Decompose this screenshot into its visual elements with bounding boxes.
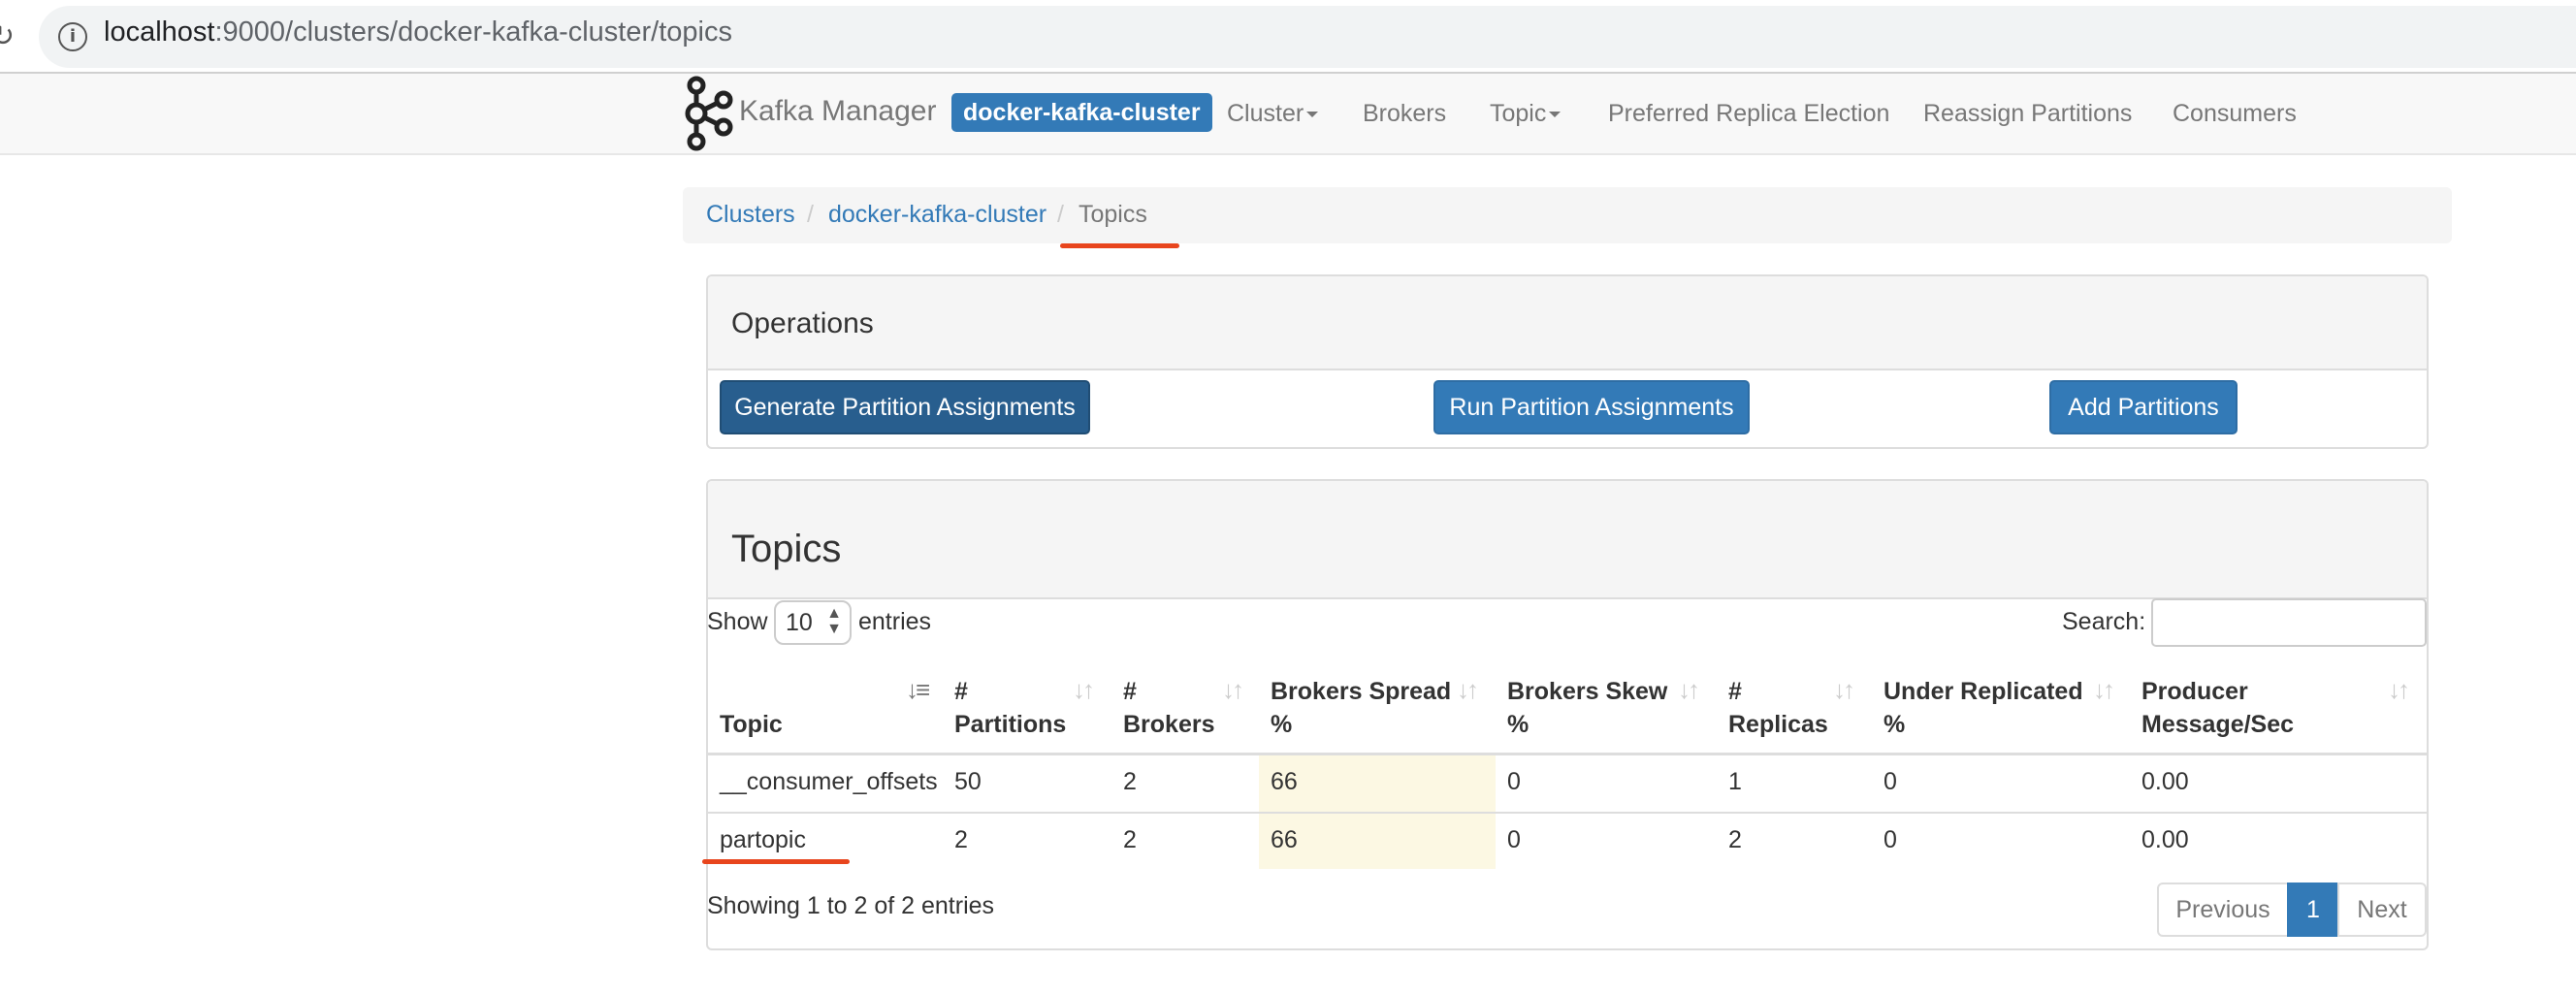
table-row-divider [708,812,2427,814]
cluster-label[interactable]: docker-kafka-cluster [951,93,1212,132]
page-length-select[interactable]: 10 ▲ ▼ [774,600,852,645]
pagination-page-1[interactable]: 1 [2287,883,2339,937]
table-info: Showing 1 to 2 of 2 entries [707,892,995,919]
breadcrumb-topics: Topics [1079,201,1147,228]
column-header-replicas[interactable]: # Replicas [1728,675,1828,741]
nav-brokers[interactable]: Brokers [1363,100,1446,128]
table-cell: 2 [1728,826,1742,853]
brand-link[interactable]: Kafka Manager [739,95,936,128]
topics-panel-heading: Topics [708,481,2427,599]
table-cell: 2 [1123,768,1137,795]
reload-icon[interactable]: ↻ [0,21,17,52]
url-text[interactable]: localhost:9000/clusters/docker-kafka-clu… [104,16,732,48]
sort-icon[interactable]: ↓↑ [1833,675,1855,705]
caret-down-icon [1549,112,1562,118]
table-cell: 2 [954,826,968,853]
table-cell: 1 [1728,768,1742,795]
column-header-brokers[interactable]: # Brokers [1123,675,1215,741]
entries-label: entries [858,608,932,635]
search-input[interactable] [2151,598,2427,647]
table-cell: 66 [1271,826,1298,853]
column-header-partitions[interactable]: # Partitions [954,675,1066,741]
column-header-producer-message-sec[interactable]: Producer Message/Sec [2141,675,2294,741]
topic-link[interactable]: partopic [720,826,806,854]
column-header-under-replicated[interactable]: Under Replicated% [1884,675,2083,741]
nav-reassign-partitions[interactable]: Reassign Partitions [1923,100,2132,128]
table-cell: 50 [954,768,982,795]
pagination-next[interactable]: Next [2337,883,2427,937]
sort-icon[interactable]: ↓↑ [1457,675,1479,705]
topic-link[interactable]: __consumer_offsets [720,768,938,796]
nav-topic-dropdown[interactable]: Topic [1490,100,1562,128]
table-cell: 0 [1507,768,1521,795]
show-label: Show [707,608,768,635]
breadcrumb-separator: / [807,201,814,228]
breadcrumb: Clusters / docker-kafka-cluster / Topics [683,187,2452,243]
sort-icon[interactable]: ↓↑ [2388,675,2410,705]
kafka-logo-icon [685,76,733,151]
select-arrows-icon: ▲ ▼ [826,605,842,637]
table-cell: 2 [1123,826,1137,853]
annotation-underline [1060,243,1179,248]
operations-panel-heading: Operations [708,276,2427,370]
table-cell: 0 [1884,826,1897,853]
breadcrumb-cluster[interactable]: docker-kafka-cluster [828,201,1046,229]
nav-cluster-dropdown[interactable]: Cluster [1227,100,1319,128]
generate-partition-assignments-button[interactable]: Generate Partition Assignments [720,380,1090,434]
column-header-brokers-spread[interactable]: Brokers Spread% [1271,675,1451,741]
sort-icon[interactable]: ↓↑ [2093,675,2115,705]
sort-icon[interactable]: ↓↑ [1678,675,1700,705]
browser-address-bar: ↻ i localhost:9000/clusters/docker-kafka… [0,0,2576,74]
annotation-underline [702,859,850,864]
table-cell: 0.00 [2141,826,2189,853]
sort-asc-icon[interactable]: ↓≡ [906,675,930,705]
topics-title: Topics [731,528,842,570]
column-header-topic[interactable]: Topic [720,675,783,741]
run-partition-assignments-button[interactable]: Run Partition Assignments [1433,380,1750,434]
table-cell: 0 [1884,768,1897,795]
sort-icon[interactable]: ↓↑ [1073,675,1095,705]
breadcrumb-clusters[interactable]: Clusters [706,201,795,229]
site-info-icon[interactable]: i [58,22,87,51]
add-partitions-button[interactable]: Add Partitions [2049,380,2238,434]
sort-icon[interactable]: ↓↑ [1222,675,1244,705]
table-cell: 0 [1507,826,1521,853]
breadcrumb-separator: / [1057,201,1064,228]
table-cell: 0.00 [2141,768,2189,795]
table-cell: 66 [1271,768,1298,795]
nav-preferred-replica-election[interactable]: Preferred Replica Election [1608,100,1889,128]
search-label: Search: [2062,608,2146,635]
nav-consumers[interactable]: Consumers [2173,100,2297,128]
operations-title: Operations [731,307,874,339]
column-header-brokers-skew[interactable]: Brokers Skew% [1507,675,1667,741]
table-header-divider [708,753,2427,755]
pagination-previous[interactable]: Previous [2157,883,2289,937]
caret-down-icon [1306,112,1319,118]
